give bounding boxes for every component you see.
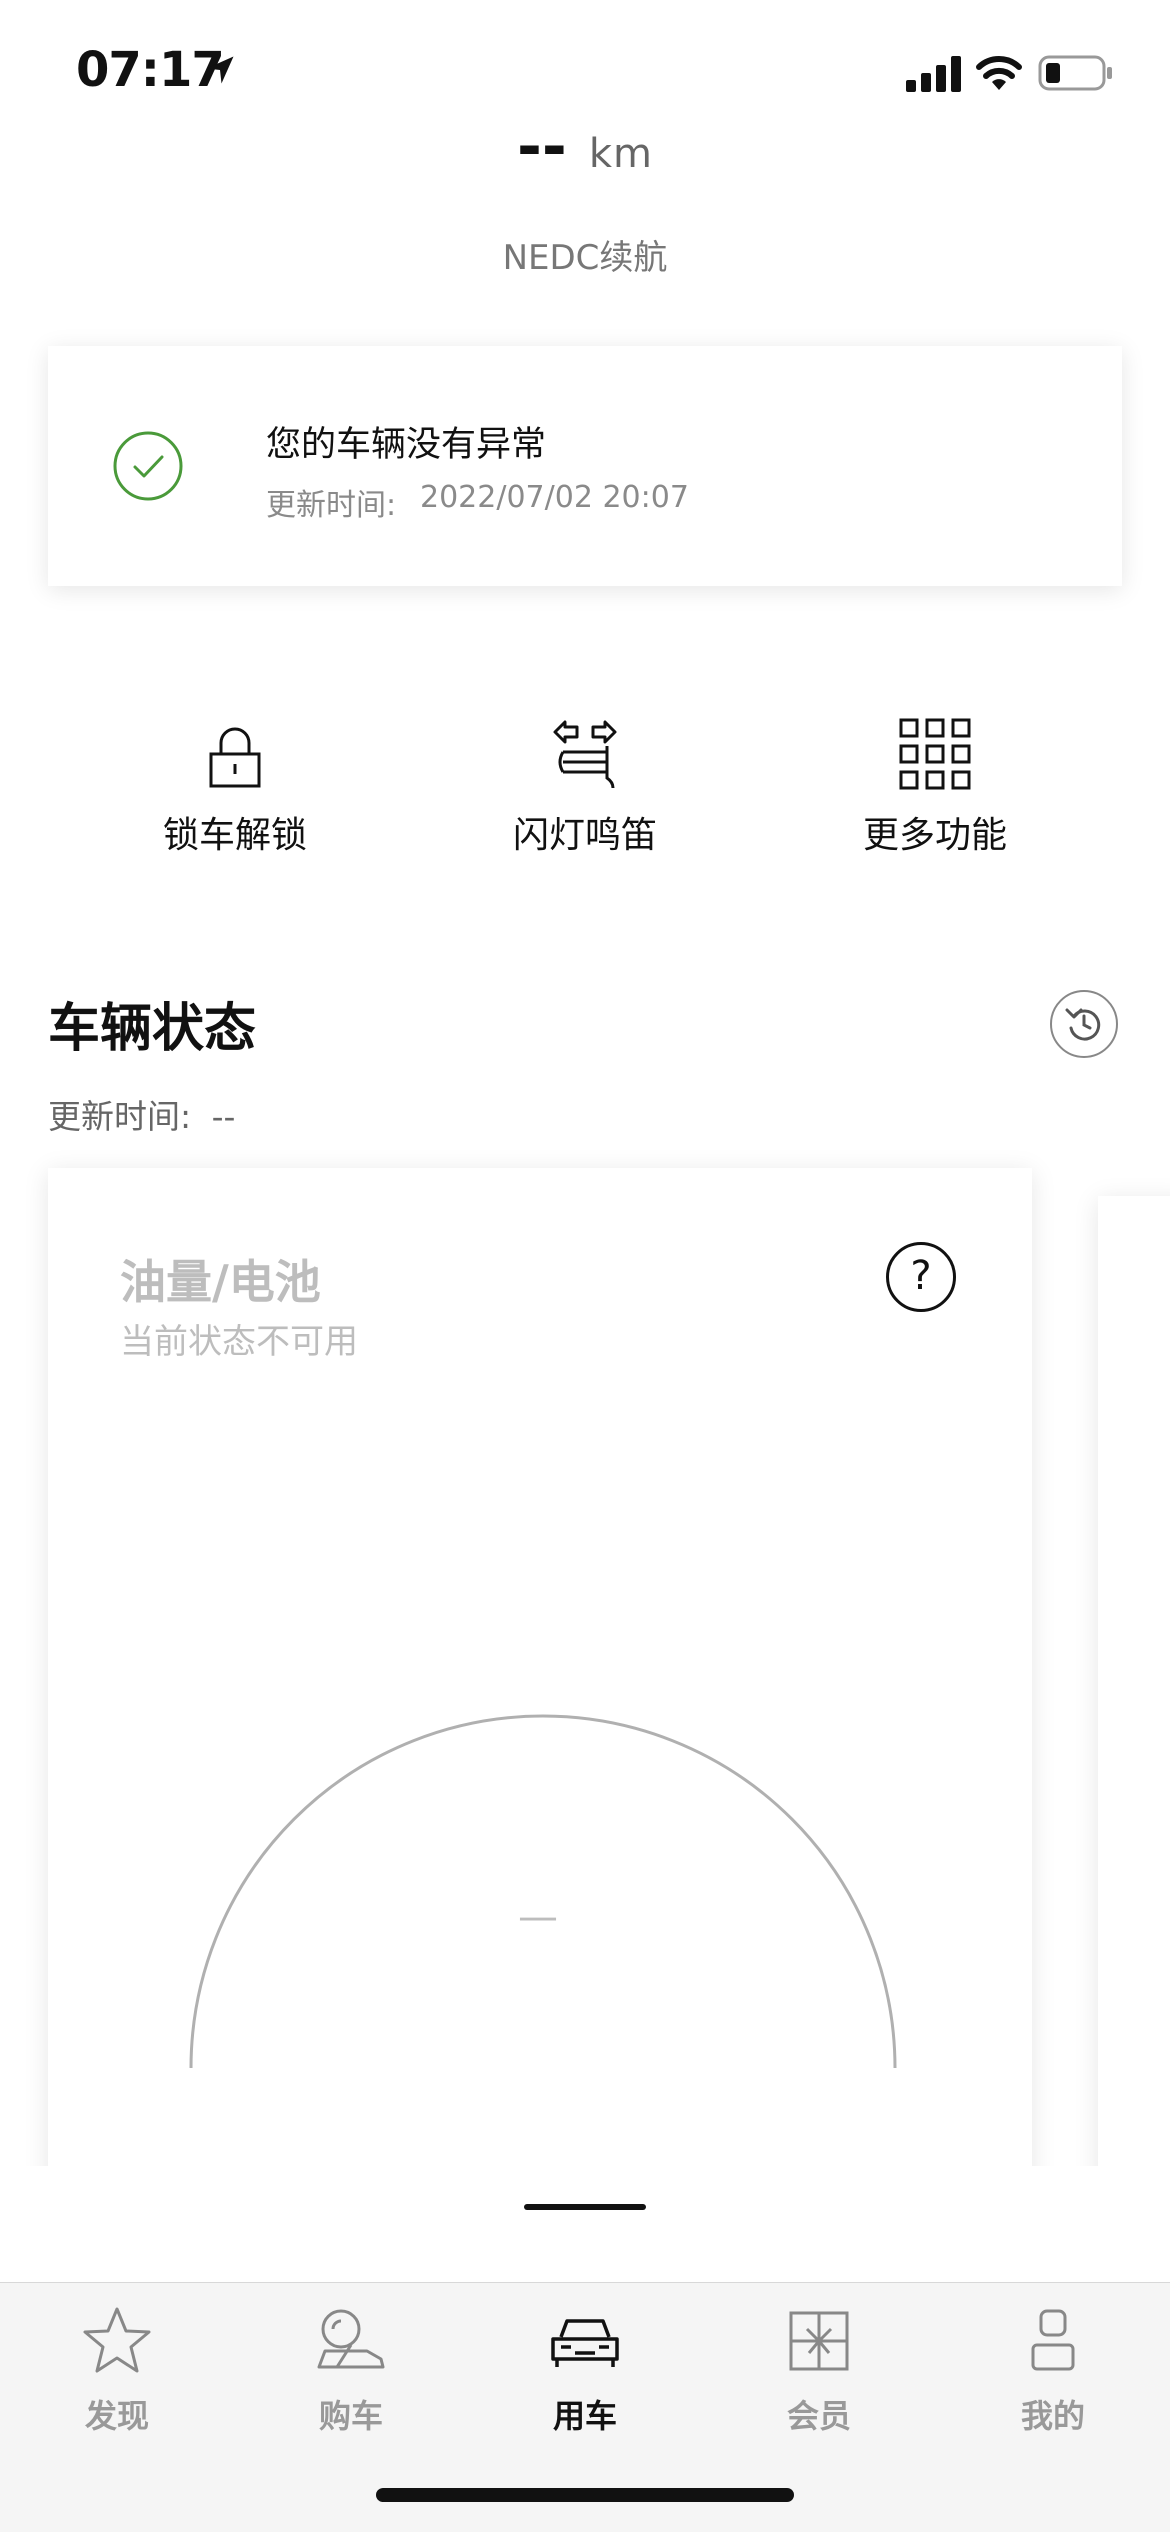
status-update-label: 更新时间: [48,1097,192,1136]
tab-mine-label: 我的 [1020,2397,1085,2435]
fuel-gauge: — [189,1714,897,2069]
tab-use-car-label: 用车 [552,2397,617,2435]
range-number: -- [517,112,567,182]
battery-icon [1038,55,1112,91]
tab-discover-label: 发现 [84,2397,149,2435]
tab-mine[interactable]: 我的 [936,2301,1170,2461]
tab-discover[interactable]: 发现 [0,2301,234,2461]
lock-unlock-label: 锁车解锁 [162,815,307,856]
buy-car-icon [317,2309,385,2369]
gauge-value: — [518,1894,558,1940]
alert-title: 您的车辆没有异常 [266,425,547,465]
lock-icon [209,727,261,788]
gift-icon [789,2311,849,2371]
range-value: -- km [0,112,1170,182]
refresh-icon [1065,1008,1101,1041]
vehicle-status-title: 车辆状态 [48,999,257,1059]
vehicle-alert-card[interactable]: 您的车辆没有异常 更新时间: 2022/07/02 20:07 [48,346,1122,586]
tab-member[interactable]: 会员 [702,2301,936,2461]
tab-use-car[interactable]: 用车 [468,2301,702,2461]
location-arrow-icon [206,56,234,84]
alert-time-value: 2022/07/02 20:07 [420,480,689,515]
alert-time-label: 更新时间: [266,488,397,523]
sheet-handle[interactable] [524,2204,646,2210]
wifi-icon [976,56,1022,90]
flash-horn-button[interactable]: 闪灯鸣笛 [460,716,710,866]
fuel-battery-card[interactable]: 油量/电池 当前状态不可用 ? — [48,1168,1032,2268]
user-icon [1031,2309,1075,2371]
help-button[interactable]: ? [886,1242,956,1312]
fuel-card-subtitle: 当前状态不可用 [120,1322,358,1362]
tab-buy-car[interactable]: 购车 [234,2301,468,2461]
lock-unlock-button[interactable]: 锁车解锁 [110,716,360,866]
tab-member-label: 会员 [786,2397,851,2435]
next-status-card[interactable] [1098,1196,1170,2276]
bottom-sheet [0,2166,1170,2282]
check-circle-icon [113,431,183,501]
star-icon [83,2307,151,2373]
grid-icon [899,718,971,790]
flash-horn-icon [553,720,617,789]
range-unit: km [588,131,653,177]
home-indicator [376,2488,794,2502]
fuel-card-title: 油量/电池 [120,1255,321,1309]
tab-buy-car-label: 购车 [318,2397,383,2435]
signal-icon [906,56,961,92]
more-functions-label: 更多功能 [862,815,1007,856]
refresh-button[interactable] [1050,990,1118,1058]
status-update-time: 更新时间: -- [48,1090,235,1138]
flash-horn-label: 闪灯鸣笛 [512,815,657,856]
range-label: NEDC续航 [502,238,668,278]
more-functions-button[interactable]: 更多功能 [810,716,1060,866]
status-update-value: -- [211,1097,236,1136]
car-icon [551,2319,619,2367]
